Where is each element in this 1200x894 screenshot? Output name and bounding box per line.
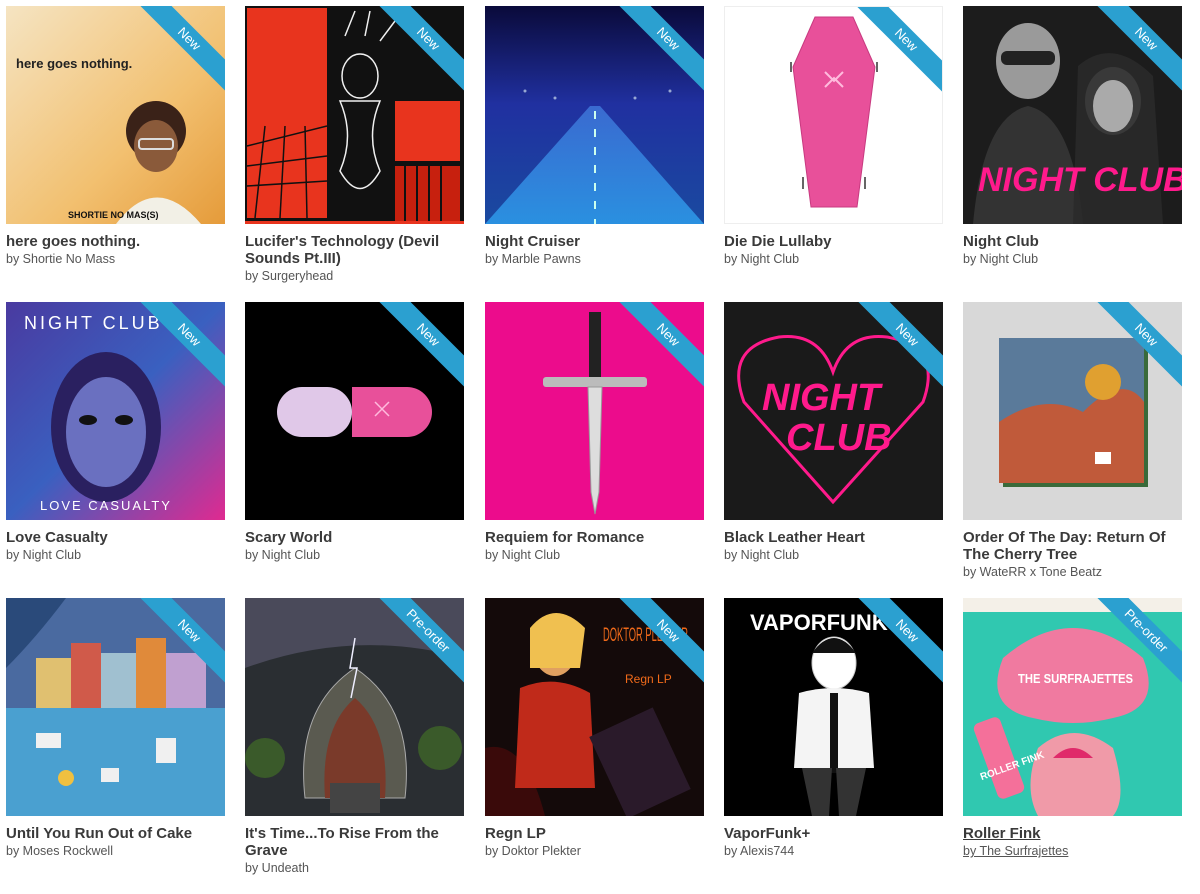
album-cover[interactable]: NIGHT CLUB New [963,6,1182,224]
album-cover[interactable]: NIGHT CLUB LOVE CASUALTY New [6,302,225,520]
album-artist[interactable]: by Night Club [724,251,943,268]
cover-artist: SHORTIE NO MAS(S) [68,210,159,220]
album-title[interactable]: here goes nothing. [6,233,225,250]
album-cover[interactable]: New [963,302,1182,520]
album-title[interactable]: Until You Run Out of Cake [6,825,225,842]
album-artist[interactable]: by The Surfrajettes [963,843,1182,860]
album-artist[interactable]: by Night Club [963,251,1182,268]
album-cover[interactable]: New [245,302,464,520]
album-artist[interactable]: by Night Club [724,547,943,564]
album-cover[interactable]: DOKTOR PLEKTER Regn LP New [485,598,704,816]
album-title[interactable]: It's Time...To Rise From the Grave [245,825,464,859]
album-title[interactable]: Lucifer's Technology (Devil Sounds Pt.II… [245,233,464,267]
cover-subtitle: CLUB [786,417,892,459]
album-artist[interactable]: by Alexis744 [724,843,943,860]
album-card[interactable]: New Scary World by Night Club [245,302,464,564]
cover-subtitle: Regn LP [625,672,672,686]
album-card[interactable]: New Requiem for Romance by Night Club [485,302,704,564]
album-artist[interactable]: by Undeath [245,860,464,877]
album-card[interactable]: THE SURFRAJETTES ROLLER FINK Pre-order R… [963,598,1182,860]
album-title[interactable]: Requiem for Romance [485,529,704,546]
album-title[interactable]: Order Of The Day: Return Of The Cherry T… [963,529,1182,563]
album-card[interactable]: here goes nothing. SHORTIE NO MAS(S) New… [6,6,225,268]
album-cover[interactable]: New [6,598,225,816]
album-card[interactable]: DOKTOR PLEKTER Regn LP New Regn LP by Do… [485,598,704,860]
album-card[interactable]: NIGHT CLUB New Black Leather Heart by Ni… [724,302,943,564]
album-cover[interactable]: New [485,6,704,224]
album-cover[interactable]: NIGHT CLUB New [724,302,943,520]
album-card[interactable]: New Lucifer's Technology (Devil Sounds P… [245,6,464,285]
album-title[interactable]: Regn LP [485,825,704,842]
album-card[interactable]: NIGHT CLUB New Night Club by Night Club [963,6,1182,268]
cover-subtitle: LOVE CASUALTY [40,498,172,513]
album-title[interactable]: VaporFunk+ [724,825,943,842]
album-card[interactable]: New Order Of The Day: Return Of The Cher… [963,302,1182,581]
album-artist[interactable]: by Night Club [6,547,225,564]
album-card[interactable]: New Until You Run Out of Cake by Moses R… [6,598,225,860]
album-artist[interactable]: by Moses Rockwell [6,843,225,860]
album-artist[interactable]: by Doktor Plekter [485,843,704,860]
album-cover[interactable]: THE SURFRAJETTES ROLLER FINK Pre-order [963,598,1182,816]
album-cover[interactable]: New [724,6,943,224]
album-title[interactable]: Die Die Lullaby [724,233,943,250]
cover-title: THE SURFRAJETTES [1018,671,1133,686]
album-artist[interactable]: by WateRR x Tone Beatz [963,564,1182,581]
album-artist[interactable]: by Night Club [245,547,464,564]
album-title[interactable]: Roller Fink [963,825,1182,842]
album-artist[interactable]: by Marble Pawns [485,251,704,268]
album-title[interactable]: Night Cruiser [485,233,704,250]
album-card[interactable]: VAPORFUNK New VaporFunk+ by Alexis744 [724,598,943,860]
album-title[interactable]: Black Leather Heart [724,529,943,546]
album-title[interactable]: Night Club [963,233,1182,250]
album-artist[interactable]: by Night Club [485,547,704,564]
album-card[interactable]: Pre-order It's Time...To Rise From the G… [245,598,464,877]
album-artist[interactable]: by Shortie No Mass [6,251,225,268]
album-cover[interactable]: Pre-order [245,598,464,816]
cover-title: here goes nothing. [16,56,132,71]
album-card[interactable]: NIGHT CLUB LOVE CASUALTY New Love Casual… [6,302,225,564]
album-card[interactable]: New Night Cruiser by Marble Pawns [485,6,704,268]
album-artist[interactable]: by Surgeryhead [245,268,464,285]
album-cover[interactable]: New [485,302,704,520]
album-card[interactable]: New Die Die Lullaby by Night Club [724,6,943,268]
album-cover[interactable]: here goes nothing. SHORTIE NO MAS(S) New [6,6,225,224]
cover-title: VAPORFUNK [750,610,888,635]
cover-title: NIGHT CLUB [24,313,163,333]
album-cover[interactable]: New [245,6,464,224]
album-cover[interactable]: VAPORFUNK New [724,598,943,816]
cover-title: NIGHT [762,377,883,419]
album-title[interactable]: Scary World [245,529,464,546]
cover-title: NIGHT CLUB [978,161,1182,199]
album-title[interactable]: Love Casualty [6,529,225,546]
